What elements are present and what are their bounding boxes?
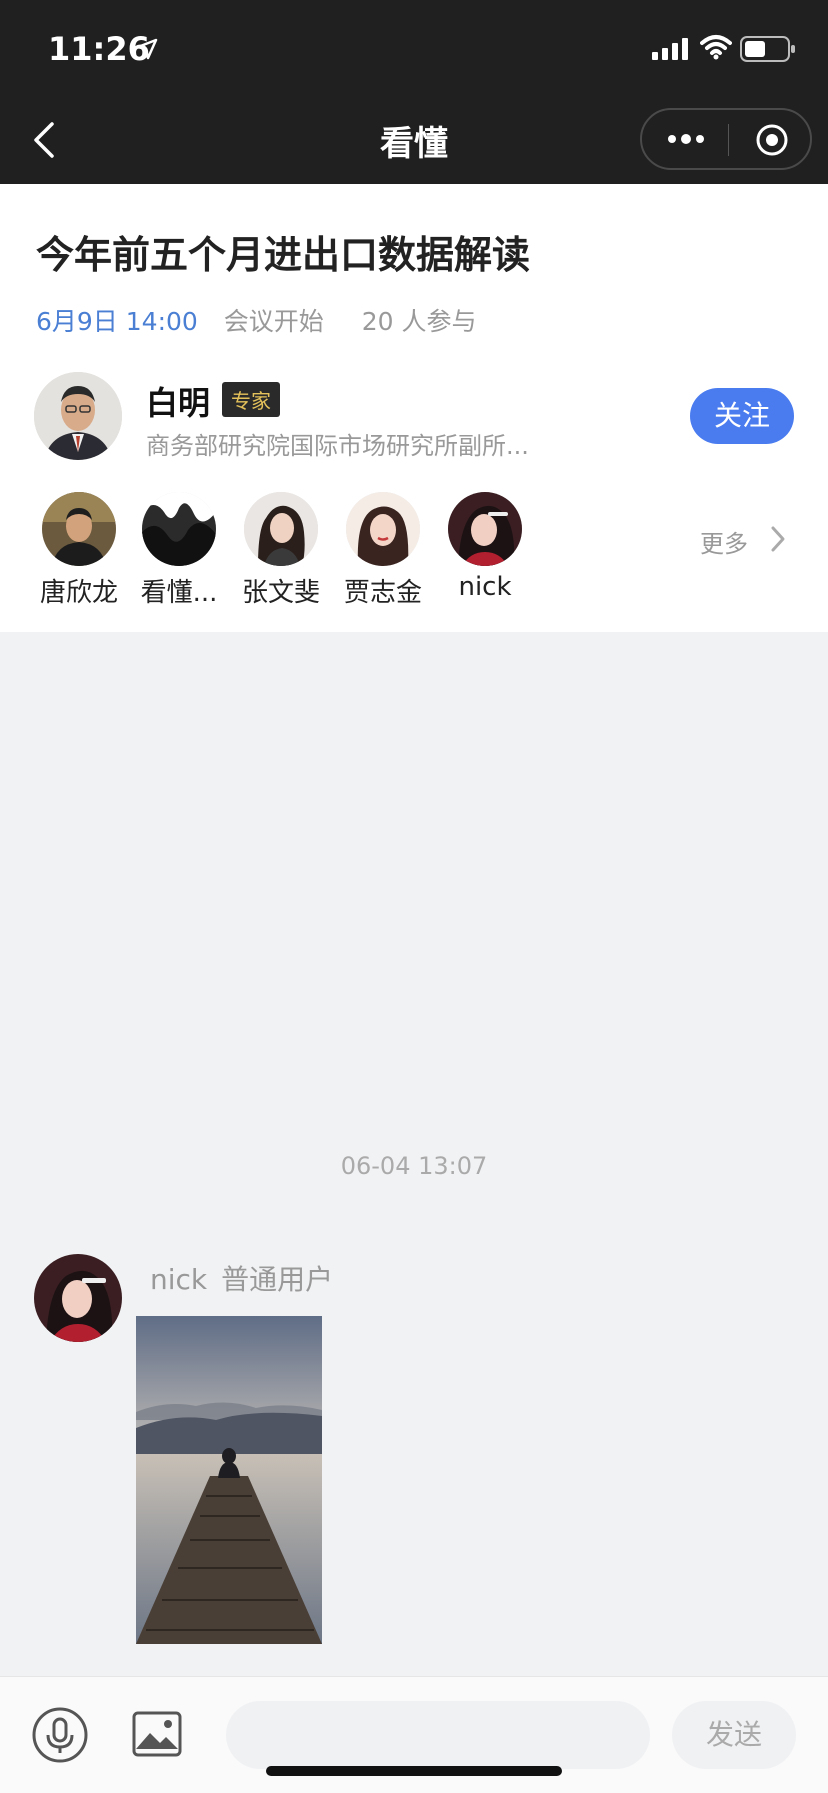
participant-avatar xyxy=(346,492,420,566)
status-time: 11:26 xyxy=(48,30,150,68)
participant-item[interactable]: nick xyxy=(430,492,540,602)
host-avatar[interactable] xyxy=(34,372,122,460)
image-picker-icon[interactable] xyxy=(132,1711,182,1757)
signal-icon xyxy=(652,38,688,60)
participant-avatar xyxy=(142,492,216,566)
sender-name: nick xyxy=(150,1263,208,1296)
chevron-right-icon[interactable] xyxy=(768,524,788,554)
participant-item[interactable]: 唐欣龙 xyxy=(24,492,134,609)
wifi-icon xyxy=(700,35,732,60)
participant-name: 贾志金 xyxy=(343,578,422,608)
meeting-status: 会议开始 xyxy=(223,307,324,336)
close-target-icon[interactable] xyxy=(754,122,790,158)
dot-shape xyxy=(681,134,691,144)
expert-badge: 专家 xyxy=(222,382,280,417)
message-timestamp: 06-04 13:07 xyxy=(340,1152,488,1180)
dot-shape xyxy=(668,135,676,143)
message-sender: nick 普通用户 xyxy=(150,1258,333,1298)
sender-avatar[interactable] xyxy=(34,1254,122,1342)
pier-photo xyxy=(136,1316,322,1644)
participant-name: 张文斐 xyxy=(241,578,320,608)
meeting-header: 今年前五个月进出口数据解读 6月9日 14:00 会议开始 20 人参与 白明 … xyxy=(0,184,828,632)
home-indicator xyxy=(266,1766,562,1776)
host-title: 商务部研究院国际市场研究所副所... xyxy=(146,432,529,460)
meeting-title: 今年前五个月进出口数据解读 xyxy=(36,233,531,277)
participant-name: nick xyxy=(458,572,512,602)
host-name: 白明 xyxy=(146,384,211,422)
more-participants-link[interactable]: 更多 xyxy=(700,524,748,559)
sender-avatar-image xyxy=(34,1254,122,1342)
meeting-meta: 6月9日 14:00 会议开始 20 人参与 xyxy=(36,302,477,338)
sender-role: 普通用户 xyxy=(221,1263,334,1296)
participant-avatar xyxy=(244,492,318,566)
follow-button[interactable]: 关注 xyxy=(690,388,794,444)
microphone-icon[interactable] xyxy=(32,1707,88,1763)
battery-icon xyxy=(740,36,795,62)
send-button[interactable]: 发送 xyxy=(672,1701,796,1769)
message-input[interactable] xyxy=(226,1701,650,1769)
meeting-date: 6月9日 14:00 xyxy=(36,307,198,336)
message-image[interactable] xyxy=(136,1316,322,1644)
host-avatar-image xyxy=(34,372,122,460)
location-arrow-icon xyxy=(136,38,158,60)
participant-avatar xyxy=(448,492,522,566)
top-bar: 11:26 看懂 xyxy=(0,0,828,184)
dot-shape xyxy=(696,135,704,143)
participant-avatar xyxy=(42,492,116,566)
participant-item[interactable]: 看懂... xyxy=(124,492,234,609)
participant-count: 20 人参与 xyxy=(361,307,477,336)
more-dots-icon[interactable] xyxy=(666,128,706,150)
participant-name: 看懂... xyxy=(140,578,218,608)
participant-item[interactable]: 贾志金 xyxy=(328,492,438,609)
participant-item[interactable]: 张文斐 xyxy=(226,492,336,609)
capsule-divider xyxy=(728,124,729,156)
mini-program-capsule xyxy=(640,108,812,170)
participant-name: 唐欣龙 xyxy=(39,578,118,608)
